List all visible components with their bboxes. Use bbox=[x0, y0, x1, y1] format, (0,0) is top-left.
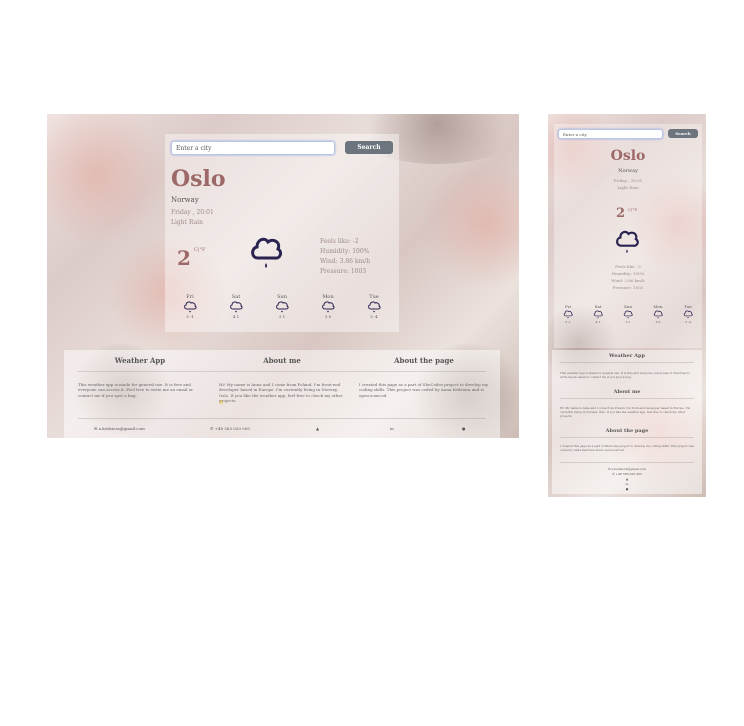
temperature: 2 bbox=[616, 206, 626, 221]
city-search-input[interactable]: Enter a city bbox=[558, 129, 663, 139]
section-text: Hi! My name is Anna and I come from Pola… bbox=[560, 406, 691, 418]
date-time: Friday , 20:01 bbox=[613, 178, 643, 183]
wind: Wind: 3.86 km/h bbox=[320, 258, 371, 265]
phone-icon: ✆ bbox=[612, 472, 615, 476]
forecast-day-label: Tue bbox=[369, 294, 379, 300]
rain-cloud-icon bbox=[683, 310, 693, 319]
forecast-range: 3 0 bbox=[324, 314, 332, 319]
rain-cloud-icon bbox=[593, 310, 603, 319]
feels-like: Feels like: -2 bbox=[615, 264, 641, 269]
forecast-day: Fri 3 -1 bbox=[178, 294, 202, 319]
weather-card: Enter a city Search Oslo Norway Friday ,… bbox=[165, 134, 399, 332]
rain-cloud-icon bbox=[276, 301, 289, 313]
forecast-day-label: Fri bbox=[565, 304, 571, 309]
rain-cloud-icon bbox=[614, 228, 640, 256]
email-icon: ✉ bbox=[94, 426, 98, 431]
rain-cloud-icon bbox=[368, 301, 381, 313]
date-time: Friday , 20:01 bbox=[171, 209, 214, 216]
github-icon[interactable]: ● bbox=[552, 487, 702, 491]
forecast-range: 3 0 bbox=[655, 320, 661, 324]
forecast-day-label: Sat bbox=[594, 304, 602, 309]
forecast-day-label: Sun bbox=[624, 304, 632, 309]
unit-toggle[interactable]: C|°F bbox=[628, 207, 637, 212]
country-name: Norway bbox=[618, 168, 638, 174]
forecast-range: 3 -1 bbox=[186, 314, 194, 319]
email-link[interactable]: ✉ a.kedziora@gmail.com bbox=[94, 426, 145, 431]
rain-cloud-icon bbox=[563, 310, 573, 319]
info-section: Weather App About me About the page This… bbox=[64, 350, 500, 438]
section-title: About me bbox=[263, 356, 301, 365]
forecast-range: 3 1 bbox=[625, 320, 631, 324]
forecast-range: 4 1 bbox=[595, 320, 601, 324]
unit-toggle[interactable]: C|°F bbox=[194, 247, 205, 253]
forecast-range: 3 -1 bbox=[565, 320, 571, 324]
forecast-day-label: Mon bbox=[653, 304, 663, 309]
forecast-day: Sun 3 1 bbox=[614, 304, 642, 324]
pressure: Pressure: 1003 bbox=[612, 285, 644, 290]
forecast-range: 3 1 bbox=[278, 314, 286, 319]
country-name: Norway bbox=[171, 196, 199, 204]
forecast-day-label: Tue bbox=[684, 304, 692, 309]
city-name: Oslo bbox=[610, 148, 646, 164]
rain-cloud-icon bbox=[184, 301, 197, 313]
phone-icon: ✆ bbox=[210, 426, 214, 431]
section-text: Hi! My name is Anna and I come from Pola… bbox=[219, 382, 343, 404]
section-text: I created this page as a part of SheCode… bbox=[359, 382, 489, 398]
github-icon[interactable]: ● bbox=[462, 426, 466, 431]
info-section: Weather App This weather app is made for… bbox=[552, 350, 702, 494]
linkedin-icon[interactable]: in bbox=[552, 482, 702, 486]
section-title: About me bbox=[613, 389, 641, 395]
forecast-day: Tue 3 -4 bbox=[674, 304, 702, 324]
email-link[interactable]: ✉ a.kedziora@gmail.com bbox=[552, 467, 702, 471]
section-text: I created this page as a part of SheCode… bbox=[560, 444, 694, 452]
condition: Light Rain bbox=[617, 185, 639, 190]
forecast-range: 4 1 bbox=[232, 314, 240, 319]
rain-cloud-icon bbox=[322, 301, 335, 313]
forecast-day: Sun 3 1 bbox=[270, 294, 294, 319]
section-text: This weather app is made for general use… bbox=[560, 371, 690, 379]
wind: Wind: 3.86 km/h bbox=[611, 278, 645, 283]
temperature: 2 bbox=[177, 246, 191, 270]
phone-link[interactable]: ✆ +48 583 020 005 bbox=[210, 426, 250, 431]
graduation-cap-icon[interactable]: ▲ bbox=[552, 477, 702, 481]
feels-like: Feels like: -2 bbox=[320, 238, 359, 245]
forecast-day-label: Fri bbox=[186, 294, 194, 300]
section-title: Weather App bbox=[608, 353, 645, 359]
city-search-input[interactable]: Enter a city bbox=[171, 141, 335, 155]
forecast-day: Mon 3 0 bbox=[316, 294, 340, 319]
humidity: Humidity: 100% bbox=[320, 248, 370, 255]
rain-cloud-icon bbox=[230, 301, 243, 313]
condition: Light Rain bbox=[171, 219, 203, 226]
phone-link[interactable]: ✆ +48 583 020 005 bbox=[552, 472, 702, 476]
forecast-day: Sat 4 1 bbox=[224, 294, 248, 319]
desktop-preview: Enter a city Search Oslo Norway Friday ,… bbox=[47, 114, 519, 438]
forecast-day: Fri 3 -1 bbox=[554, 304, 582, 324]
section-title: About the page bbox=[605, 428, 649, 434]
linkedin-icon[interactable]: in bbox=[390, 426, 394, 431]
section-text: This weather app is made for general use… bbox=[78, 382, 194, 398]
forecast-day-label: Mon bbox=[322, 294, 334, 300]
smile-emoji-icon: ☺ bbox=[219, 400, 224, 406]
forecast-range: 3 -4 bbox=[685, 320, 691, 324]
search-button[interactable]: Search bbox=[668, 129, 698, 138]
weather-card: Enter a city Search Oslo Norway Friday ,… bbox=[554, 124, 702, 348]
search-button[interactable]: Search bbox=[345, 141, 393, 154]
rain-cloud-icon bbox=[653, 310, 663, 319]
forecast-day-label: Sat bbox=[231, 294, 241, 300]
forecast-day: Sat 4 1 bbox=[584, 304, 612, 324]
city-name: Oslo bbox=[171, 166, 226, 192]
graduation-cap-icon[interactable]: ▲ bbox=[316, 426, 319, 431]
forecast-day: Mon 3 0 bbox=[644, 304, 672, 324]
pressure: Pressure: 1003 bbox=[320, 268, 367, 275]
forecast-range: 3 -4 bbox=[370, 314, 378, 319]
rain-cloud-icon bbox=[623, 310, 633, 319]
section-title: Weather App bbox=[114, 356, 166, 365]
forecast-day-label: Sun bbox=[277, 294, 287, 300]
forecast-day: Tue 3 -4 bbox=[362, 294, 386, 319]
section-title: About the page bbox=[394, 356, 454, 365]
rain-cloud-icon bbox=[249, 234, 283, 272]
humidity: Humidity: 100% bbox=[611, 271, 645, 276]
mobile-preview: Enter a city Search Oslo Norway Friday ,… bbox=[548, 114, 706, 497]
